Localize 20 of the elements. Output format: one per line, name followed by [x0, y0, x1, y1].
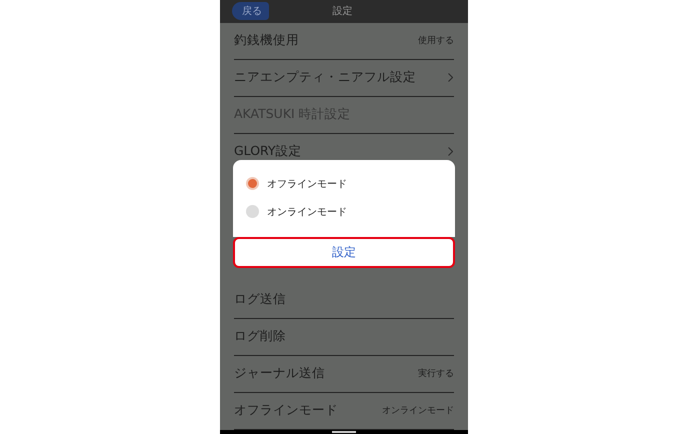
- setting-value: オンラインモード: [382, 405, 454, 417]
- confirm-button[interactable]: 設定: [233, 237, 455, 268]
- option-label[interactable]: オフラインモード: [267, 176, 347, 190]
- setting-label[interactable]: ニアエンプティ・ニアフル設定: [234, 69, 416, 86]
- radio-button[interactable]: [246, 177, 259, 190]
- chevron-right-icon: [448, 73, 453, 82]
- setting-value: 使用する: [418, 34, 454, 47]
- back-button[interactable]: 戻る: [232, 2, 269, 20]
- setting-label[interactable]: GLORY設定: [234, 143, 302, 160]
- setting-label[interactable]: 釣銭機使用: [234, 32, 299, 49]
- setting-value: 実行する: [418, 368, 454, 380]
- setting-label[interactable]: ログ送信: [234, 291, 286, 308]
- screen-title: 設定: [332, 4, 352, 18]
- setting-label[interactable]: ログ削除: [234, 328, 286, 345]
- option-label[interactable]: オンラインモード: [267, 204, 347, 218]
- home-indicator[interactable]: [332, 430, 356, 433]
- radio-button[interactable]: [246, 205, 259, 218]
- setting-label[interactable]: オフラインモード: [234, 402, 338, 419]
- setting-label[interactable]: ジャーナル送信: [234, 365, 325, 382]
- chevron-right-icon: [448, 147, 453, 156]
